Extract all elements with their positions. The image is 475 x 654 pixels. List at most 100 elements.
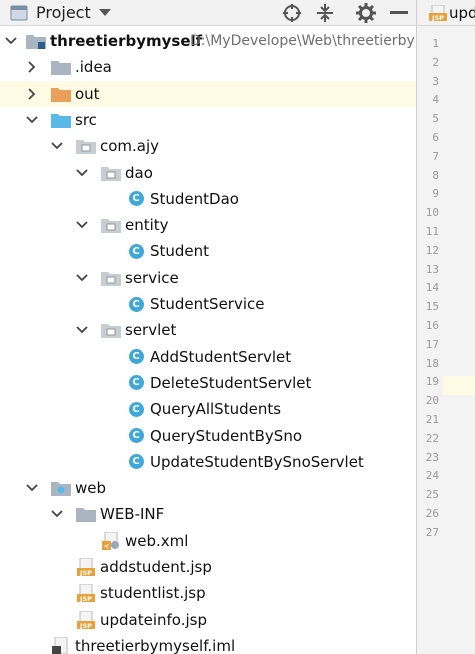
tree-node-label: Student: [150, 242, 210, 261]
tree-node[interactable]: threetierbymyself D:\MyDevelope\Web\three…: [0, 28, 416, 54]
line-number: 18: [425, 356, 439, 370]
chevron-down-icon[interactable]: [50, 501, 64, 527]
package-icon: [101, 269, 121, 287]
tree-node-label: com.ajy: [100, 137, 160, 156]
tree-node[interactable]: threetierbymyself.iml: [0, 633, 416, 654]
tree-node[interactable]: service: [0, 265, 416, 291]
package-icon: [76, 137, 96, 155]
chevron-down-icon[interactable]: [75, 160, 89, 186]
line-number: 5: [432, 112, 439, 126]
tree-node[interactable]: JSP studentlist.jsp: [0, 580, 416, 606]
gear-icon[interactable]: [355, 2, 377, 24]
tree-node[interactable]: WEB-INF: [0, 501, 416, 527]
line-number: 27: [425, 525, 439, 539]
svg-text:JSP: JSP: [79, 569, 92, 576]
output-folder-icon: [51, 85, 71, 103]
tree-node-label: WEB-INF: [100, 505, 165, 524]
chevron-down-icon[interactable]: [75, 265, 89, 291]
chevron-right-icon[interactable]: [25, 81, 39, 107]
tree-node-label: addstudent.jsp: [100, 558, 212, 576]
tree-node-label: web: [75, 479, 107, 498]
line-number: 2: [432, 55, 439, 69]
line-number: 9: [432, 187, 439, 201]
tree-node[interactable]: C AddStudentServlet: [0, 344, 416, 370]
project-panel: Project threetierbymyself D:\MyDevelope\W…: [0, 0, 416, 654]
line-number: 6: [432, 131, 439, 144]
collapse-all-icon[interactable]: [314, 2, 336, 24]
line-number: 15: [425, 300, 439, 314]
tree-node[interactable]: C Student: [0, 238, 416, 264]
tree-node[interactable]: C StudentDao: [0, 186, 416, 212]
line-number: 22: [425, 431, 439, 445]
minimize-icon[interactable]: [388, 2, 410, 24]
line-number: 24: [425, 469, 439, 483]
tree-node-label: threetierbymyself.iml: [75, 636, 236, 654]
tree-node[interactable]: C DeleteStudentServlet: [0, 370, 416, 396]
java-class-icon: C: [126, 190, 146, 208]
chevron-right-icon[interactable]: [25, 54, 39, 80]
tree-node[interactable]: .idea: [0, 54, 416, 80]
chevron-down-icon[interactable]: [94, 2, 116, 24]
tree-node-label: studentlist.jsp: [100, 584, 206, 603]
line-number: 25: [425, 488, 439, 502]
package-icon: [101, 321, 121, 339]
chevron-down-icon[interactable]: [25, 475, 39, 501]
tree-node-label: updateinfo.jsp: [100, 610, 207, 629]
line-number: 21: [425, 413, 439, 426]
line-number: 16: [425, 319, 439, 332]
module-path: D:\MyDevelope\Web\threetierbymyself: [190, 33, 416, 49]
tree-node-label: entity: [125, 216, 169, 235]
source-folder-icon: [51, 111, 71, 129]
xml-file-icon: <: [101, 531, 121, 550]
svg-text:JSP: JSP: [79, 622, 92, 629]
folder-icon: [51, 58, 71, 76]
editor-area: JSP upd 1 2 3 4 5 6 7 8 9 10 11 12 13 14 15 16 17 18 19 20 2…: [416, 0, 475, 654]
tree-node-label: QueryAllStudents: [150, 400, 282, 419]
tree-node[interactable]: servlet: [0, 317, 416, 343]
tree-node[interactable]: C QueryAllStudents: [0, 396, 416, 422]
line-number: 12: [425, 243, 439, 257]
tree-node[interactable]: < web.xml: [0, 528, 416, 554]
tree-node[interactable]: C QueryStudentBySno: [0, 423, 416, 449]
java-class-icon: C: [126, 400, 146, 418]
tree-node-label: service: [125, 268, 179, 287]
crosshair-icon[interactable]: [281, 2, 303, 24]
chevron-down-icon[interactable]: [50, 133, 64, 159]
chevron-down-icon[interactable]: [75, 317, 89, 343]
jsp-file-icon: JSP: [429, 4, 447, 25]
package-icon: [101, 164, 121, 182]
java-class-icon: C: [126, 453, 146, 471]
tree-node-label: web.xml: [125, 531, 189, 550]
line-number: 4: [432, 93, 439, 107]
tree-node[interactable]: JSP addstudent.jsp: [0, 554, 416, 580]
tree-node-label: DeleteStudentServlet: [150, 373, 312, 392]
tree-node[interactable]: JSP updateinfo.jsp: [0, 607, 416, 633]
chevron-down-icon[interactable]: [4, 28, 18, 54]
java-class-icon: C: [126, 295, 146, 313]
chevron-down-icon[interactable]: [75, 212, 89, 238]
java-class-icon: C: [126, 242, 146, 260]
tree-node[interactable]: C StudentService: [0, 291, 416, 317]
line-number: 14: [425, 281, 439, 295]
module-folder-icon: [26, 32, 46, 50]
jsp-file-icon: JSP: [76, 584, 96, 603]
line-number: 11: [425, 225, 439, 238]
tree-node-label: StudentDao: [150, 189, 239, 208]
current-line-highlight: [443, 376, 475, 395]
project-panel-title[interactable]: Project: [36, 2, 91, 24]
tree-node[interactable]: web: [0, 475, 416, 501]
tree-node[interactable]: com.ajy: [0, 133, 416, 159]
line-number: 1: [432, 37, 439, 50]
line-number: 20: [425, 394, 439, 408]
line-number: 19: [425, 375, 439, 389]
tree-node[interactable]: out: [0, 80, 416, 107]
chevron-down-icon[interactable]: [25, 107, 39, 133]
tree-node[interactable]: C UpdateStudentBySnoServlet: [0, 449, 416, 475]
project-toolbar: Project: [0, 0, 416, 26]
tree-node[interactable]: entity: [0, 212, 416, 238]
tree-node[interactable]: dao: [0, 160, 416, 186]
tree-node[interactable]: src: [0, 107, 416, 133]
editor-tab[interactable]: JSP upd: [417, 0, 475, 26]
java-class-icon: C: [126, 427, 146, 445]
line-number: 8: [432, 168, 439, 182]
